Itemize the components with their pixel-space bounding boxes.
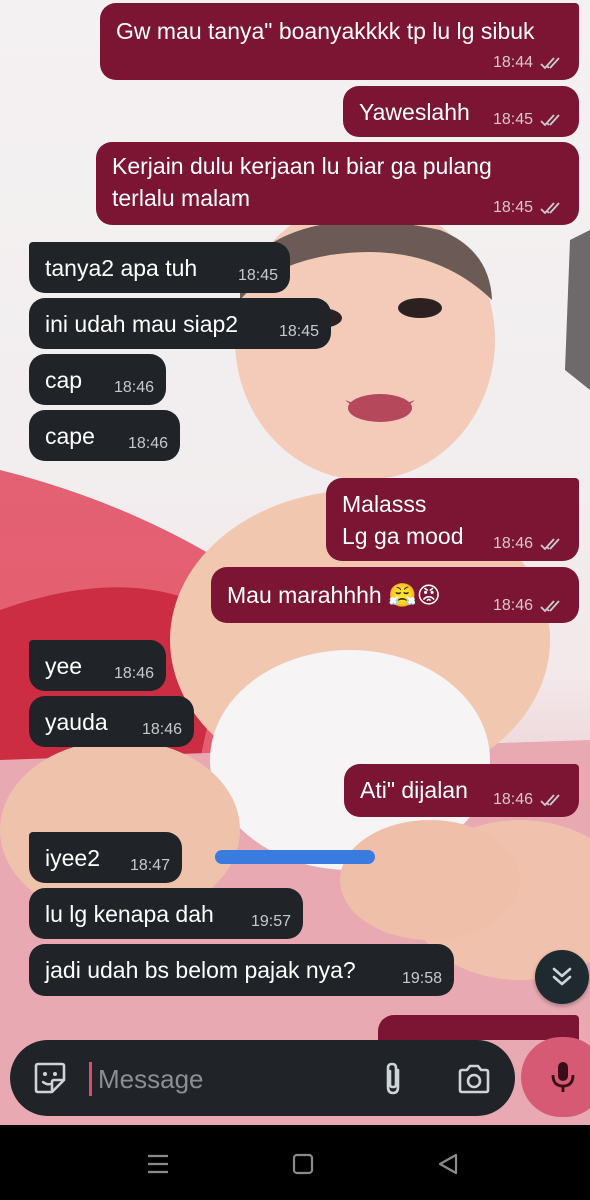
message-bubble-incoming[interactable]: cape 18:46 bbox=[29, 410, 180, 461]
message-time: 18:45 bbox=[492, 199, 533, 216]
message-text: ini udah mau siap2 bbox=[45, 311, 239, 337]
read-ticks-icon bbox=[540, 794, 560, 807]
message-time: 18:45 bbox=[492, 111, 533, 128]
message-meta: 18:46 bbox=[493, 791, 567, 809]
message-bubble-incoming[interactable]: jadi udah bs belom pajak nya? 19:58 bbox=[29, 944, 454, 996]
message-text: Mau marahhhh 😤😡 bbox=[227, 582, 441, 608]
message-meta: 18:46 bbox=[493, 535, 567, 553]
message-bubble-incoming[interactable]: yauda 18:46 bbox=[29, 696, 194, 747]
message-bubble-incoming[interactable]: iyee2 18:47 bbox=[29, 832, 182, 883]
message-meta: 18:46 bbox=[142, 721, 182, 739]
message-meta: 18:45 bbox=[493, 111, 567, 129]
read-ticks-icon bbox=[540, 202, 560, 215]
message-text: iyee2 bbox=[45, 845, 100, 871]
message-time: 18:47 bbox=[129, 857, 170, 874]
message-meta: 18:46 bbox=[114, 665, 154, 683]
read-ticks-icon bbox=[540, 114, 560, 127]
message-text: Gw mau tanya" boanyakkkk tp lu lg sibuk bbox=[116, 18, 535, 44]
message-bubble-incoming[interactable]: cap 18:46 bbox=[29, 354, 166, 405]
message-bubble-outgoing[interactable]: Malasss Lg ga mood 18:46 bbox=[326, 478, 579, 561]
message-bubble-incoming[interactable]: yee 18:46 bbox=[29, 640, 166, 691]
message-list[interactable]: Gw mau tanya" boanyakkkk tp lu lg sibuk … bbox=[0, 0, 590, 1040]
message-time: 18:45 bbox=[278, 323, 319, 340]
message-time: 18:46 bbox=[141, 721, 182, 738]
message-time: 19:58 bbox=[401, 970, 442, 987]
message-time: 18:46 bbox=[113, 379, 154, 396]
message-text: cap bbox=[45, 367, 83, 393]
message-meta: 18:46 bbox=[493, 597, 567, 615]
message-bubble-incoming[interactable]: lu lg kenapa dah 19:57 bbox=[29, 888, 303, 939]
paperclip-icon[interactable] bbox=[376, 1060, 410, 1098]
message-meta: 19:58 bbox=[402, 970, 442, 988]
sticker-emoji-icon[interactable] bbox=[32, 1060, 68, 1096]
text-caret bbox=[89, 1062, 92, 1096]
message-time: 18:44 bbox=[492, 54, 533, 71]
message-time: 18:45 bbox=[237, 267, 278, 284]
message-time: 18:46 bbox=[492, 535, 533, 552]
message-bubble-outgoing[interactable]: Gw mau tanya" boanyakkkk tp lu lg sibuk … bbox=[100, 3, 579, 80]
camera-icon[interactable] bbox=[456, 1062, 492, 1096]
message-meta: 18:47 bbox=[130, 857, 170, 875]
message-meta: 18:45 bbox=[279, 323, 319, 341]
message-bubble-outgoing[interactable]: Kerjain dulu kerjaan lu biar ga pulang t… bbox=[96, 142, 579, 225]
square-icon[interactable] bbox=[289, 1150, 317, 1178]
scroll-to-bottom-button[interactable] bbox=[535, 950, 589, 1004]
message-text: yee bbox=[45, 653, 83, 679]
read-ticks-icon bbox=[540, 57, 560, 70]
message-text: tanya2 apa tuh bbox=[45, 255, 198, 281]
microphone-icon bbox=[551, 1062, 575, 1092]
message-time: 18:46 bbox=[492, 597, 533, 614]
message-meta: 19:57 bbox=[251, 913, 291, 931]
message-composer bbox=[10, 1040, 515, 1116]
message-bubble-incoming[interactable]: ini udah mau siap2 18:45 bbox=[29, 298, 331, 349]
message-meta: 18:45 bbox=[493, 199, 567, 217]
message-text: Ati" dijalan bbox=[360, 777, 468, 803]
message-meta: 18:46 bbox=[114, 379, 154, 397]
menu-lines-icon[interactable] bbox=[144, 1150, 172, 1178]
message-time: 18:46 bbox=[127, 435, 168, 452]
message-bubble-incoming[interactable]: tanya2 apa tuh 18:45 bbox=[29, 242, 290, 293]
message-bubble-outgoing[interactable]: Yaweslahh 18:45 bbox=[343, 86, 579, 137]
message-text: Malasss Lg ga mood bbox=[342, 491, 464, 549]
message-text: Yaweslahh bbox=[359, 99, 470, 125]
message-text: jadi udah bs belom pajak nya? bbox=[45, 957, 356, 983]
message-text: lu lg kenapa dah bbox=[45, 901, 214, 927]
read-ticks-icon bbox=[540, 538, 560, 551]
message-time: 18:46 bbox=[492, 791, 533, 808]
message-bubble-outgoing-partial[interactable] bbox=[378, 1015, 579, 1040]
message-time: 19:57 bbox=[250, 913, 291, 930]
system-navigation-bar bbox=[0, 1125, 590, 1200]
message-bubble-outgoing[interactable]: Ati" dijalan 18:46 bbox=[344, 764, 579, 817]
message-meta: 18:46 bbox=[128, 435, 168, 453]
message-text: cape bbox=[45, 423, 95, 449]
message-bubble-outgoing[interactable]: Mau marahhhh 😤😡 18:46 bbox=[211, 567, 579, 623]
read-ticks-icon bbox=[540, 600, 560, 613]
message-input[interactable] bbox=[98, 1060, 358, 1098]
triangle-back-icon[interactable] bbox=[434, 1150, 462, 1178]
message-time: 18:46 bbox=[113, 665, 154, 682]
double-chevron-down-icon bbox=[552, 967, 572, 986]
message-meta: 18:45 bbox=[238, 267, 278, 285]
message-text: Kerjain dulu kerjaan lu biar ga pulang t… bbox=[112, 153, 492, 211]
message-text: yauda bbox=[45, 709, 108, 735]
message-meta: 18:44 bbox=[493, 54, 567, 72]
